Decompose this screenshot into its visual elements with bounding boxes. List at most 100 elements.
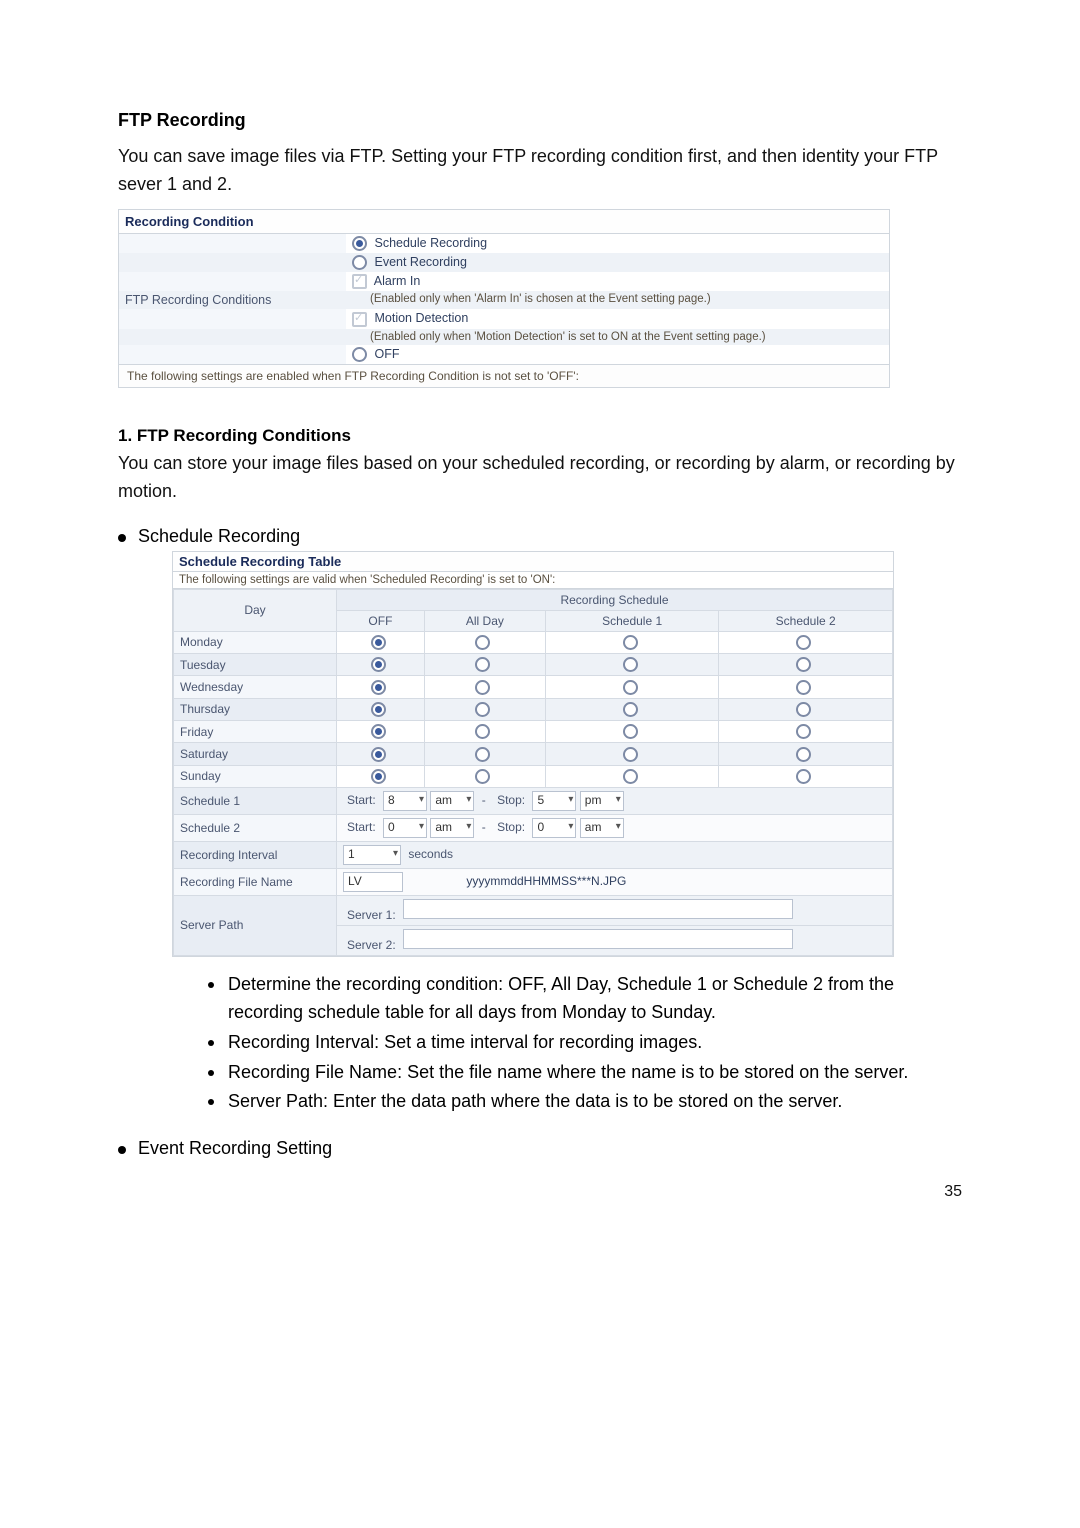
radio-thursday-s2[interactable] [796, 702, 811, 717]
radio-monday-s1[interactable] [623, 635, 638, 650]
list-item: Recording File Name: Set the file name w… [208, 1059, 962, 1087]
checkbox-motion-detection [352, 312, 367, 327]
recording-condition-panel: Recording Condition Schedule Recording E… [118, 209, 890, 388]
radio-monday-allday[interactable] [475, 635, 490, 650]
radio-tuesday-s2[interactable] [796, 657, 811, 672]
bullet-icon [118, 534, 126, 542]
col-schedule2: Schedule 2 [719, 610, 893, 631]
schedule-recording-bullet-label: Schedule Recording [138, 526, 300, 547]
radio-monday-off[interactable] [371, 635, 386, 650]
section-heading: 1. FTP Recording Conditions [118, 426, 962, 446]
s2-stop-label: Stop: [493, 820, 529, 834]
list-item: Determine the recording condition: OFF, … [208, 971, 962, 1027]
recording-file-prefix-input[interactable]: LV [343, 872, 403, 892]
radio-thursday-s1[interactable] [623, 702, 638, 717]
schedule-table-note: The following settings are valid when 'S… [173, 571, 893, 589]
dash: - [478, 793, 490, 807]
radio-tuesday-off[interactable] [371, 657, 386, 672]
server2-path-input[interactable] [403, 929, 793, 949]
radio-wednesday-off[interactable] [371, 680, 386, 695]
s1-stop-hour-select[interactable]: 5 [532, 791, 576, 811]
server2-label: Server 2: [343, 938, 400, 952]
radio-tuesday-s1[interactable] [623, 657, 638, 672]
radio-saturday-s2[interactable] [796, 747, 811, 762]
schedule-recording-label: Schedule Recording [374, 236, 487, 250]
server1-label: Server 1: [343, 908, 400, 922]
radio-wednesday-s2[interactable] [796, 680, 811, 695]
alarm-in-label: Alarm In [374, 274, 421, 288]
event-recording-bullet: Event Recording Setting [118, 1138, 962, 1159]
radio-sunday-off[interactable] [371, 769, 386, 784]
radio-schedule-recording[interactable] [352, 236, 367, 251]
radio-friday-off[interactable] [371, 724, 386, 739]
bullet-icon [208, 1070, 214, 1076]
s1-start-ampm-select[interactable]: am [430, 791, 474, 811]
bullet-icon [118, 1146, 126, 1154]
server1-path-input[interactable] [403, 899, 793, 919]
day-thursday: Thursday [174, 698, 337, 720]
day-friday: Friday [174, 720, 337, 742]
radio-saturday-allday[interactable] [475, 747, 490, 762]
radio-saturday-s1[interactable] [623, 747, 638, 762]
radio-off[interactable] [352, 347, 367, 362]
s2-start-ampm-select[interactable]: am [430, 818, 474, 838]
s2-start-hour-select[interactable]: 0 [383, 818, 427, 838]
recording-interval-select[interactable]: 1 [343, 845, 401, 865]
day-sunday: Sunday [174, 765, 337, 787]
radio-tuesday-allday[interactable] [475, 657, 490, 672]
ftp-recording-conditions-label: FTP Recording Conditions [119, 291, 346, 309]
day-tuesday: Tuesday [174, 653, 337, 675]
row-schedule1: Schedule 1 [174, 787, 337, 814]
col-day: Day [174, 589, 337, 631]
alarm-in-note: (Enabled only when 'Alarm In' is chosen … [346, 291, 889, 309]
section1-text: You can store your image files based on … [118, 450, 962, 506]
list-item: Recording Interval: Set a time interval … [208, 1029, 962, 1057]
recording-condition-header: Recording Condition [119, 210, 889, 234]
radio-thursday-off[interactable] [371, 702, 386, 717]
sublist-text-4: Server Path: Enter the data path where t… [228, 1088, 842, 1116]
bullet-icon [208, 1099, 214, 1105]
radio-monday-s2[interactable] [796, 635, 811, 650]
sublist-text-1: Determine the recording condition: OFF, … [228, 971, 962, 1027]
panel1-footer-note: The following settings are enabled when … [119, 364, 889, 387]
page-title: FTP Recording [118, 110, 962, 131]
day-saturday: Saturday [174, 743, 337, 765]
s2-stop-ampm-select[interactable]: am [580, 818, 624, 838]
radio-friday-s2[interactable] [796, 724, 811, 739]
checkbox-alarm-in [352, 274, 367, 289]
s1-start-label: Start: [343, 793, 380, 807]
radio-saturday-off[interactable] [371, 747, 386, 762]
s1-start-hour-select[interactable]: 8 [383, 791, 427, 811]
s2-start-label: Start: [343, 820, 380, 834]
radio-friday-allday[interactable] [475, 724, 490, 739]
s1-stop-ampm-select[interactable]: pm [580, 791, 624, 811]
row-recording-interval: Recording Interval [174, 841, 337, 868]
radio-wednesday-s1[interactable] [623, 680, 638, 695]
radio-friday-s1[interactable] [623, 724, 638, 739]
motion-detection-note: (Enabled only when 'Motion Detection' is… [346, 329, 889, 345]
radio-sunday-s2[interactable] [796, 769, 811, 784]
schedule-table-header: Schedule Recording Table [173, 552, 893, 571]
off-label: OFF [374, 347, 399, 361]
day-wednesday: Wednesday [174, 676, 337, 698]
list-item: Server Path: Enter the data path where t… [208, 1088, 962, 1116]
bullet-icon [208, 1040, 214, 1046]
recording-file-suffix: yyyymmddHHMMSS***N.JPG [406, 874, 630, 888]
seconds-label: seconds [404, 847, 457, 861]
radio-sunday-s1[interactable] [623, 769, 638, 784]
row-server-path: Server Path [174, 895, 337, 955]
event-recording-bullet-label: Event Recording Setting [138, 1138, 332, 1159]
event-recording-label: Event Recording [374, 255, 466, 269]
s1-stop-label: Stop: [493, 793, 529, 807]
row-schedule2: Schedule 2 [174, 814, 337, 841]
s2-stop-hour-select[interactable]: 0 [532, 818, 576, 838]
schedule-recording-bullet: Schedule Recording [118, 526, 962, 547]
radio-event-recording[interactable] [352, 255, 367, 270]
col-allday: All Day [424, 610, 545, 631]
bullet-icon [208, 982, 214, 988]
radio-wednesday-allday[interactable] [475, 680, 490, 695]
radio-thursday-allday[interactable] [475, 702, 490, 717]
row-recording-file-name: Recording File Name [174, 868, 337, 895]
radio-sunday-allday[interactable] [475, 769, 490, 784]
day-monday: Monday [174, 631, 337, 653]
